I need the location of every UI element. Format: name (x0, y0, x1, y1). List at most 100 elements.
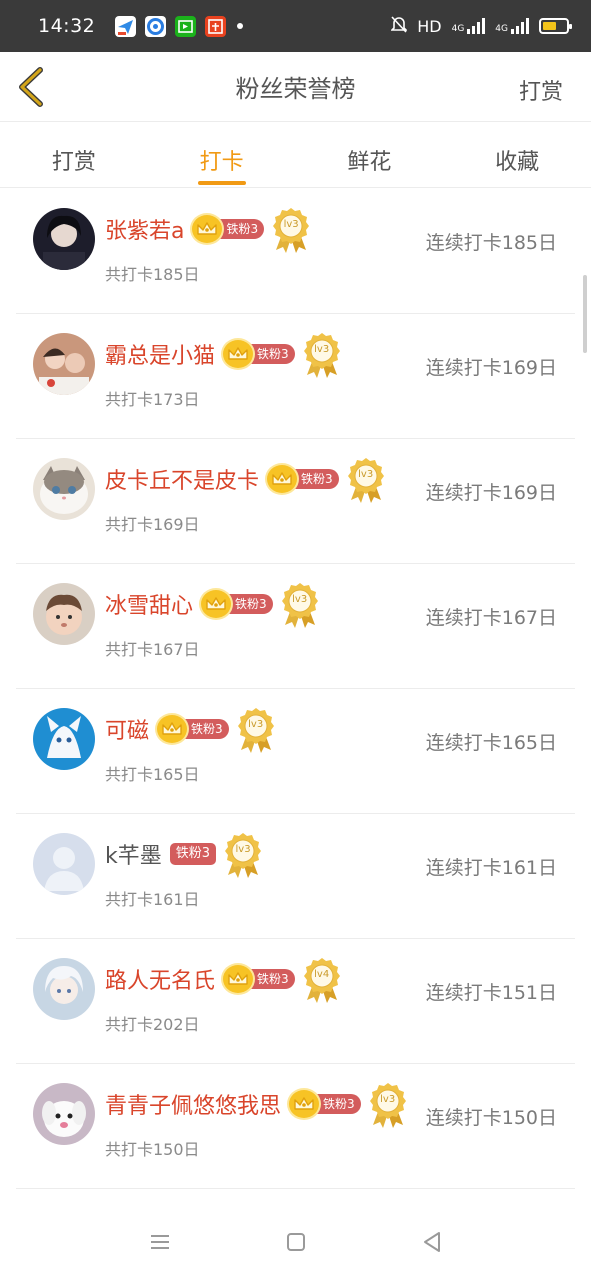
reward-button[interactable]: 打赏 (519, 74, 563, 106)
level-label: lv3 (283, 219, 299, 230)
fan-level-badge: 铁粉3 (157, 715, 229, 743)
fan-name[interactable]: 张紫若a (105, 213, 184, 245)
avatar[interactable] (33, 708, 95, 770)
page-title: 粉丝荣誉榜 (235, 75, 356, 103)
crown-icon (223, 340, 254, 368)
name-line: 青青子佩悠悠我思 铁粉3 lv3 (105, 1083, 407, 1128)
level-label: lv3 (358, 469, 374, 480)
mute-icon (390, 15, 409, 37)
notification-dot (237, 23, 244, 29)
total-checkins: 共打卡202日 (105, 1015, 200, 1034)
tab-reward[interactable]: 打赏 (0, 122, 148, 187)
total-checkins: 共打卡150日 (105, 1140, 200, 1159)
fan-level-badge: 铁粉3 (289, 1090, 361, 1118)
fan-name[interactable]: 可磁 (105, 713, 149, 745)
home-icon[interactable] (283, 1229, 309, 1255)
fan-badge: 铁粉3 (247, 344, 295, 364)
fan-badge: 铁粉3 (181, 719, 229, 739)
list-item[interactable]: 可磁 铁粉3 lv3 共打卡165日 连续打卡165日 (16, 689, 575, 814)
status-app-icons (115, 15, 244, 37)
level-label: lv3 (380, 1094, 396, 1105)
medal-icon: lv3 (281, 581, 319, 629)
menu-icon[interactable] (147, 1229, 173, 1255)
streak-checkins: 连续打卡169日 (425, 357, 557, 379)
fan-level-badge: 铁粉3 (201, 590, 273, 618)
avatar[interactable] (33, 833, 95, 895)
streak-checkins: 连续打卡167日 (425, 607, 557, 629)
signal-bars-icon (511, 18, 529, 34)
fan-name[interactable]: 路人无名氏 (105, 963, 215, 995)
level-label: lv3 (292, 594, 308, 605)
fan-name[interactable]: 皮卡丘不是皮卡 (105, 463, 259, 495)
list-item[interactable]: 冰雪甜心 铁粉3 lv3 共打卡167日 连续打卡167日 (16, 564, 575, 689)
back-triangle-icon[interactable] (419, 1229, 445, 1255)
list-item[interactable]: 皮卡丘不是皮卡 铁粉3 lv3 共打卡169日 连续打卡169日 (16, 439, 575, 564)
name-line: k芊墨 铁粉3 lv3 (105, 833, 262, 878)
medal-icon: lv4 (303, 956, 341, 1004)
browser-icon (145, 15, 167, 37)
name-line: 皮卡丘不是皮卡 铁粉3 lv3 (105, 458, 385, 503)
streak-checkins: 连续打卡150日 (425, 1107, 557, 1129)
network-label: HD (417, 16, 442, 36)
system-nav-bar (0, 1204, 591, 1280)
crown-icon (267, 465, 298, 493)
crown-icon (201, 590, 232, 618)
fan-name[interactable]: k芊墨 (105, 838, 162, 870)
list-item[interactable]: k芊墨 铁粉3 lv3 共打卡161日 连续打卡161日 (16, 814, 575, 939)
iqiyi-icon (175, 15, 197, 37)
fan-name[interactable]: 霸总是小猫 (105, 338, 215, 370)
total-checkins: 共打卡161日 (105, 890, 200, 909)
fan-name[interactable]: 青青子佩悠悠我思 (105, 1088, 281, 1120)
status-right: HD 4G 4G (390, 15, 572, 37)
taobao-icon (205, 15, 227, 37)
name-line: 冰雪甜心 铁粉3 lv3 (105, 583, 319, 628)
status-bar: 14:32 HD 4G 4G (0, 0, 591, 52)
list-item-partial[interactable] (16, 1189, 575, 1204)
list-item[interactable]: 青青子佩悠悠我思 铁粉3 lv3 共打卡150日 连续打卡150日 (16, 1064, 575, 1189)
medal-icon: lv3 (272, 206, 310, 254)
tab-flowers[interactable]: 鲜花 (296, 122, 444, 187)
tab-favorites[interactable]: 收藏 (443, 122, 591, 187)
list-item[interactable]: 霸总是小猫 铁粉3 lv3 共打卡173日 连续打卡169日 (16, 314, 575, 439)
fan-name[interactable]: 冰雪甜心 (105, 588, 193, 620)
fan-badge: 铁粉3 (291, 469, 339, 489)
back-button[interactable] (14, 66, 48, 108)
streak-checkins: 连续打卡161日 (425, 857, 557, 879)
total-checkins: 共打卡169日 (105, 515, 200, 534)
fan-list[interactable]: 张紫若a 铁粉3 lv3 共打卡185日 连续打卡185日 霸总是小猫 铁粉3 lv3 共打卡1… (0, 189, 591, 1204)
avatar[interactable] (33, 1083, 95, 1145)
list-item[interactable]: 路人无名氏 铁粉3 lv4 共打卡202日 连续打卡151日 (16, 939, 575, 1064)
fan-level-badge: 铁粉3 (169, 843, 217, 865)
avatar[interactable] (33, 208, 95, 270)
streak-checkins: 连续打卡165日 (425, 732, 557, 754)
signal-1: 4G (452, 18, 486, 34)
level-label: lv3 (235, 844, 251, 855)
scrollbar[interactable] (583, 275, 587, 353)
battery-icon (539, 18, 572, 34)
fan-badge: 铁粉3 (313, 1094, 361, 1114)
name-line: 霸总是小猫 铁粉3 lv3 (105, 333, 341, 378)
avatar[interactable] (33, 958, 95, 1020)
level-label: lv3 (314, 344, 330, 355)
total-checkins: 共打卡165日 (105, 765, 200, 784)
medal-icon: lv3 (303, 331, 341, 379)
fan-level-badge: 铁粉3 (192, 215, 265, 243)
total-checkins: 共打卡173日 (105, 390, 200, 409)
fan-badge: 铁粉3 (216, 219, 265, 239)
chevron-left-icon (19, 67, 43, 107)
avatar[interactable] (33, 583, 95, 645)
tab-checkin[interactable]: 打卡 (148, 122, 296, 187)
fan-badge: 铁粉3 (247, 969, 295, 989)
status-time: 14:32 (38, 15, 96, 37)
name-line: 路人无名氏 铁粉3 lv4 (105, 958, 341, 1003)
medal-icon: lv3 (224, 831, 262, 879)
crown-icon (223, 965, 254, 993)
list-item[interactable]: 张紫若a 铁粉3 lv3 共打卡185日 连续打卡185日 (16, 189, 575, 314)
name-line: 张紫若a 铁粉3 lv3 (105, 208, 310, 253)
signal-2: 4G (495, 18, 529, 34)
avatar[interactable] (33, 458, 95, 520)
avatar[interactable] (33, 333, 95, 395)
streak-checkins: 连续打卡169日 (425, 482, 557, 504)
fan-badge: 铁粉3 (169, 843, 217, 865)
level-label: lv3 (248, 719, 264, 730)
